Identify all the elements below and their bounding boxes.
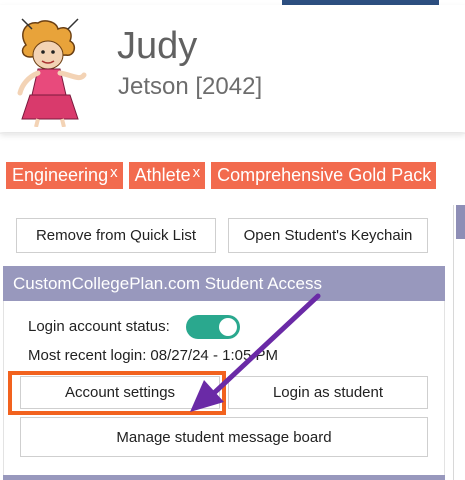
open-student-keychain-button[interactable]: Open Student's Keychain	[228, 218, 428, 253]
student-last-name-id: Jetson [2042]	[118, 73, 263, 100]
most-recent-login: Most recent login: 08/27/24 - 1:05 PM	[28, 347, 278, 364]
header-divider	[0, 133, 465, 134]
login-as-student-button[interactable]: Login as student	[228, 376, 428, 409]
student-access-header: CustomCollegePlan.com Student Access	[3, 266, 445, 301]
toggle-knob	[219, 318, 237, 336]
login-account-status-toggle[interactable]	[186, 315, 240, 339]
tag-label: Comprehensive Gold Pack	[217, 165, 432, 185]
tag-label: Athlete	[134, 165, 191, 185]
tag-remove-icon[interactable]: x	[193, 159, 201, 186]
student-header: Judy Jetson [2042]	[0, 5, 465, 132]
tag-engineering[interactable]: Engineering x	[6, 162, 123, 189]
tag-remove-icon[interactable]: x	[110, 159, 118, 186]
next-section-header-edge	[3, 475, 445, 480]
highlight-box	[8, 371, 226, 415]
manage-message-board-button[interactable]: Manage student message board	[20, 417, 428, 457]
right-panel-edge	[453, 205, 465, 480]
tag-athlete[interactable]: Athlete x	[128, 159, 206, 189]
student-avatar	[17, 18, 87, 127]
tag-list: Engineering x Athlete x Comprehensive Go…	[6, 159, 437, 189]
login-account-status-label: Login account status:	[28, 318, 170, 335]
recent-login-value: 08/27/24 - 1:05 PM	[150, 347, 278, 364]
student-profile-page: Judy Jetson [2042] Engineering x Athlete…	[0, 0, 465, 480]
tag-label: Engineering	[12, 165, 109, 185]
student-first-name: Judy	[117, 25, 198, 67]
remove-from-quick-list-button[interactable]: Remove from Quick List	[16, 218, 216, 253]
recent-login-label: Most recent login:	[28, 347, 147, 364]
tag-comprehensive-gold-pack[interactable]: Comprehensive Gold Pack	[211, 162, 437, 189]
right-panel-header-edge	[456, 205, 465, 239]
